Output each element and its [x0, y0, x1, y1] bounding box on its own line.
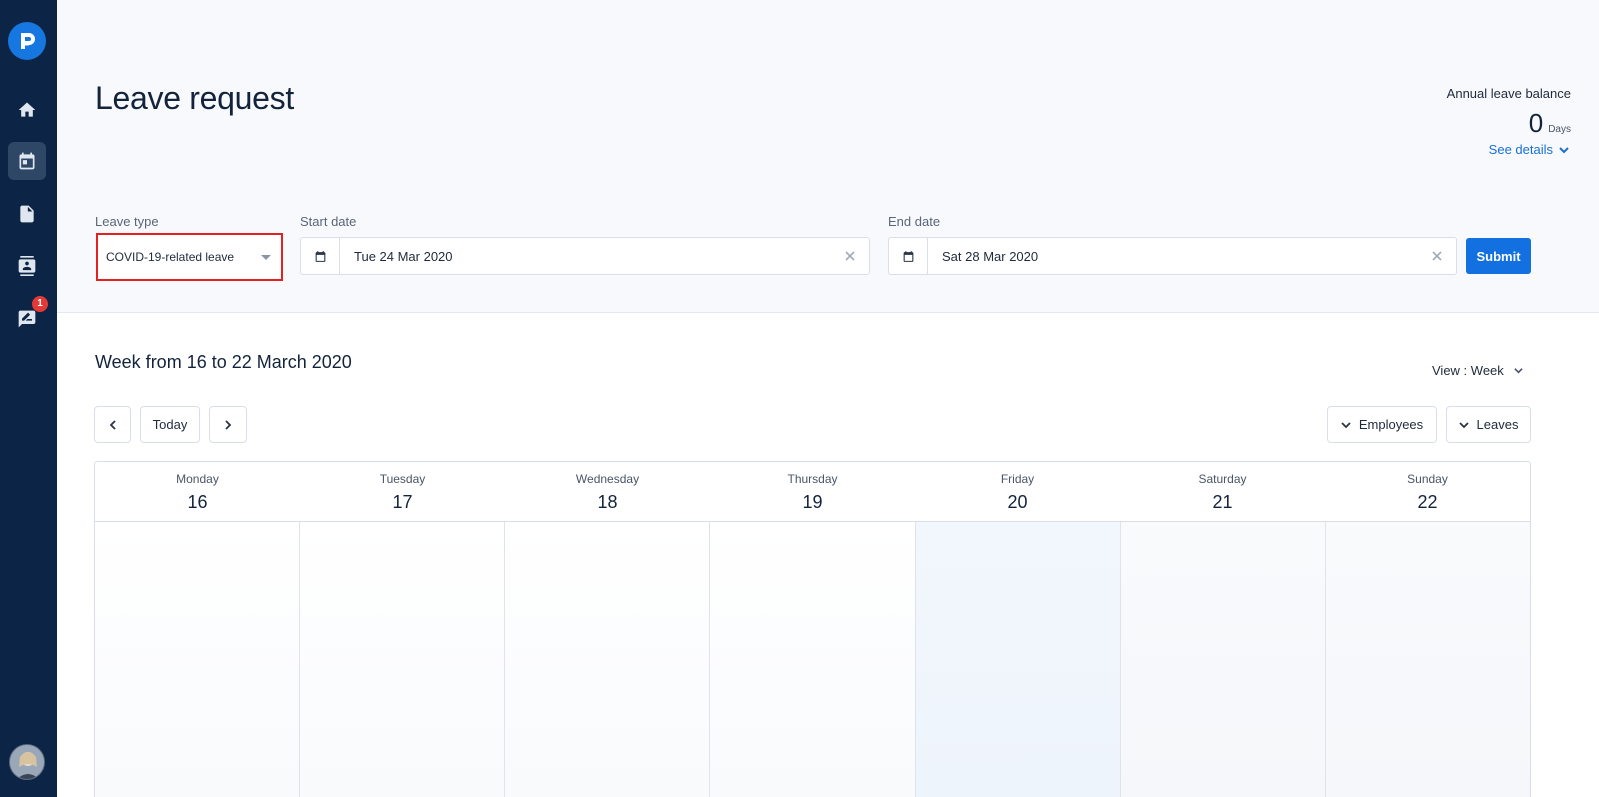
see-details-label: See details — [1488, 142, 1553, 157]
today-button[interactable]: Today — [140, 406, 200, 443]
employees-filter-label: Employees — [1358, 417, 1424, 432]
today-label: Today — [152, 417, 188, 432]
day-column-monday[interactable] — [95, 522, 301, 797]
leaves-filter-button[interactable]: Leaves — [1446, 406, 1531, 443]
day-header-thursday: Thursday 19 — [710, 462, 915, 521]
chevron-down-icon — [1341, 421, 1351, 428]
day-column-saturday[interactable] — [1120, 522, 1326, 797]
day-name: Thursday — [787, 472, 838, 486]
start-date-field[interactable]: Tue 24 Mar 2020 — [300, 237, 870, 275]
dropdown-caret-icon — [261, 254, 271, 260]
notification-badge: 1 — [32, 296, 48, 312]
week-calendar: Monday 16 Tuesday 17 Wednesday 18 Thursd… — [94, 461, 1531, 797]
leaves-filter-label: Leaves — [1476, 417, 1519, 432]
week-title: Week from 16 to 22 March 2020 — [95, 352, 352, 372]
end-date-value[interactable]: Sat 28 Mar 2020 — [928, 249, 1418, 264]
day-number: 21 — [1212, 492, 1233, 512]
calendar-header: Monday 16 Tuesday 17 Wednesday 18 Thursd… — [95, 462, 1530, 522]
balance-label: Annual leave balance — [1446, 86, 1571, 101]
feedback-icon — [18, 310, 36, 328]
end-date-label: End date — [888, 214, 941, 229]
day-header-monday: Monday 16 — [95, 462, 300, 521]
avatar-image — [10, 745, 44, 779]
start-date-value[interactable]: Tue 24 Mar 2020 — [340, 249, 831, 264]
day-name: Monday — [176, 472, 219, 486]
day-number: 22 — [1417, 492, 1438, 512]
chevron-down-icon — [1458, 421, 1469, 428]
calendar-icon — [315, 250, 325, 262]
chevron-down-icon — [1514, 368, 1523, 374]
day-column-sunday[interactable] — [1325, 522, 1530, 797]
contact-card-icon — [18, 256, 36, 276]
day-header-sunday: Sunday 22 — [1325, 462, 1530, 521]
day-name: Sunday — [1407, 472, 1448, 486]
leave-type-value: COVID-19-related leave — [106, 250, 235, 264]
day-number: 20 — [1007, 492, 1028, 512]
balance-unit: Days — [1548, 124, 1571, 135]
day-name: Friday — [1000, 472, 1035, 486]
user-avatar[interactable] — [9, 744, 45, 780]
next-week-button[interactable] — [209, 406, 247, 443]
day-number: 17 — [392, 492, 413, 512]
day-name: Saturday — [1198, 472, 1247, 486]
end-date-clear-button[interactable] — [1418, 251, 1456, 261]
employees-filter-button[interactable]: Employees — [1327, 406, 1437, 443]
close-icon — [1432, 251, 1442, 261]
see-details-link[interactable]: See details — [1489, 142, 1569, 157]
day-header-tuesday: Tuesday 17 — [300, 462, 505, 521]
submit-button[interactable]: Submit — [1466, 238, 1531, 274]
leave-request-panel: Leave request Annual leave balance 0 Day… — [57, 0, 1599, 313]
document-icon — [20, 205, 34, 223]
end-date-field[interactable]: Sat 28 Mar 2020 — [888, 237, 1457, 275]
view-select[interactable]: View : Week — [1432, 363, 1523, 378]
day-name: Wednesday — [575, 472, 640, 486]
day-header-wednesday: Wednesday 18 — [505, 462, 710, 521]
day-number: 19 — [802, 492, 823, 512]
home-icon — [18, 102, 36, 117]
chevron-right-icon — [225, 419, 232, 430]
day-name: Tuesday — [379, 472, 426, 486]
balance-value: 0 — [1528, 108, 1544, 138]
leave-type-select[interactable]: COVID-19-related leave — [96, 233, 283, 281]
calendar-body — [95, 522, 1530, 797]
nav-documents[interactable] — [8, 195, 46, 233]
logo-icon — [21, 33, 35, 49]
start-date-label: Start date — [300, 214, 357, 229]
day-column-friday[interactable] — [915, 522, 1121, 797]
leave-type-label: Leave type — [95, 214, 159, 229]
day-column-tuesday[interactable] — [300, 522, 506, 797]
end-date-calendar-button[interactable] — [889, 238, 928, 274]
prev-week-button[interactable] — [94, 406, 131, 443]
chevron-down-icon — [1559, 146, 1569, 153]
day-header-saturday: Saturday 21 — [1120, 462, 1325, 521]
day-column-thursday[interactable] — [710, 522, 916, 797]
close-icon — [845, 251, 855, 261]
day-header-friday: Friday 20 — [915, 462, 1120, 521]
nav-messages[interactable]: 1 — [8, 296, 48, 338]
chevron-left-icon — [109, 419, 116, 430]
sidebar: 1 — [0, 0, 57, 797]
page-title: Leave request — [95, 80, 294, 116]
start-date-calendar-button[interactable] — [301, 238, 340, 274]
start-date-clear-button[interactable] — [831, 251, 869, 261]
balance-row: 0 Days — [1529, 108, 1571, 139]
app-logo[interactable] — [8, 22, 46, 60]
nav-contacts[interactable] — [8, 247, 46, 285]
calendar-icon — [19, 152, 35, 170]
day-number: 16 — [187, 492, 208, 512]
nav-calendar[interactable] — [8, 142, 46, 180]
day-column-wednesday[interactable] — [505, 522, 711, 797]
day-number: 18 — [597, 492, 618, 512]
calendar-icon — [903, 250, 913, 262]
view-select-label: View : Week — [1432, 363, 1504, 378]
nav-home[interactable] — [8, 91, 46, 129]
